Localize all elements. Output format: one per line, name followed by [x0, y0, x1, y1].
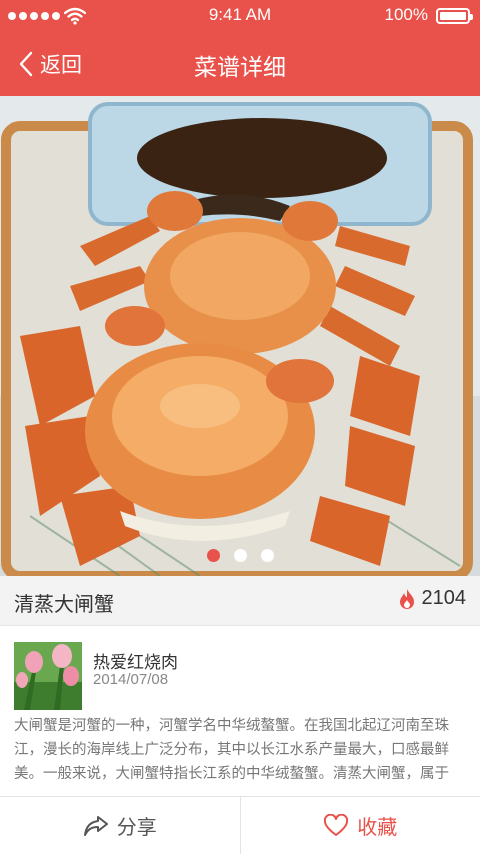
pager-dot-2[interactable] [233, 549, 247, 562]
avatar[interactable] [14, 642, 82, 710]
dish-photo [0, 96, 480, 576]
header: 9:41 AM 100% 返回 菜谱详细 [0, 0, 480, 96]
favorite-label: 收藏 [357, 815, 398, 839]
description-fade [0, 782, 480, 796]
battery-icon [436, 8, 473, 24]
share-icon [83, 815, 108, 836]
status-bar: 9:41 AM 100% [0, 0, 480, 32]
share-button[interactable]: 分享 [0, 797, 240, 854]
dish-name: 清蒸大闸蟹 [14, 592, 114, 616]
pager-dot-1[interactable] [206, 549, 220, 562]
page-title: 菜谱详细 [194, 55, 286, 81]
view-count: 2104 [398, 587, 467, 610]
share-label: 分享 [116, 815, 157, 839]
pager-dot-3[interactable] [260, 549, 274, 562]
dish-image-carousel[interactable] [0, 96, 480, 576]
publish-date: 2014/07/08 [93, 671, 169, 688]
heart-icon [324, 813, 349, 836]
author-name[interactable]: 热爱红烧肉 [93, 648, 178, 673]
flame-icon [399, 588, 414, 609]
dish-title-bar: 清蒸大闸蟹 2104 [0, 576, 480, 626]
nav-bar: 返回 菜谱详细 [0, 32, 480, 96]
bottom-action-bar: 分享 收藏 [0, 796, 480, 854]
battery-percent: 100% [384, 5, 428, 24]
carousel-pager [0, 549, 480, 562]
view-count-value: 2104 [421, 587, 467, 609]
author-card: 热爱红烧肉 2014/07/08 [0, 626, 480, 710]
favorite-button[interactable]: 收藏 [241, 797, 480, 854]
